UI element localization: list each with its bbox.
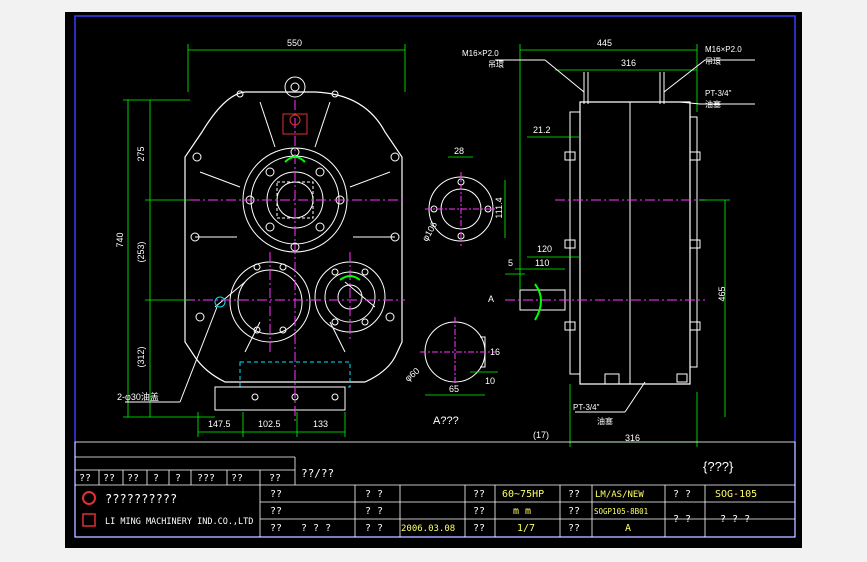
tb-r1-c6: LM/AS/NEW — [595, 490, 644, 500]
tb-r2-c6: SOGP105-8B01 — [594, 507, 648, 516]
dim-10: 10 — [485, 376, 495, 386]
dim-253: (253) — [136, 241, 146, 262]
tb-r1-c8: SOG-105 — [715, 489, 757, 500]
rev-cell: ??? — [197, 473, 215, 484]
rev-cell: ?? — [79, 473, 91, 484]
bolt-right-note: 吊環 — [705, 57, 721, 66]
company-name-en: LI MING MACHINERY IND.CO.,LTD — [105, 517, 253, 527]
label-a: A — [488, 294, 494, 304]
flange-detail — [425, 156, 506, 246]
side-view — [505, 72, 705, 385]
company-logo-small — [82, 513, 96, 527]
bolt-left-label: M16×P2.0 — [462, 49, 499, 58]
plug-top-label: PT-3/4" — [705, 89, 732, 98]
corner-note: {???} — [703, 459, 734, 474]
plug-bottom-label: PT-3/4" — [573, 403, 600, 412]
dim-21-2: 21.2 — [533, 125, 551, 135]
tb-r3-c8: A — [625, 523, 631, 534]
tb-r2-c3: ?? — [473, 506, 485, 517]
dim-147-5: 147.5 — [208, 419, 231, 429]
tb-r2-c2: ? ? — [365, 506, 383, 517]
tb-r1-c5: ?? — [568, 489, 580, 500]
drawing-border — [74, 15, 796, 538]
rev-cell: ? — [153, 473, 159, 484]
tb-r3-c1: ?? — [270, 523, 282, 534]
bolt-right-label: M16×P2.0 — [705, 45, 742, 54]
dim-102-5: 102.5 — [258, 419, 281, 429]
dim-111-4: 111.4 — [494, 197, 504, 218]
dim-overall-width: 550 — [287, 38, 302, 48]
tb-r3-c2: ? ? ? — [301, 523, 331, 534]
dim-28: 28 — [454, 146, 464, 156]
tb-r2-c1: ?? — [270, 506, 282, 517]
tb-r3-c4: 2006.03.08 — [401, 524, 455, 534]
dim-106: φ106 — [420, 220, 439, 243]
company-logo — [82, 491, 96, 505]
tb-r3-c5: ?? — [473, 523, 485, 534]
dim-5: 5 — [508, 258, 513, 268]
cad-viewport: 550 275 740 (253) (312) 2-φ30油盖 147.5 10… — [0, 0, 867, 562]
dim-740: 740 — [115, 232, 125, 247]
dim-312: (312) — [136, 346, 146, 367]
dim-60: φ60 — [403, 366, 422, 384]
rev-cell: ? — [175, 473, 181, 484]
tb-r1-c4: 60~75HP — [502, 489, 544, 500]
dim-465: 465 — [717, 286, 727, 301]
tb-r3-c7: ?? — [568, 523, 580, 534]
company-name-cn: ?????????? — [105, 492, 177, 506]
rev-cell: ?? — [103, 473, 115, 484]
dim-316-bottom: 316 — [625, 433, 640, 443]
front-view — [184, 76, 405, 422]
dim-110: 110 — [535, 258, 549, 268]
dim-316-top: 316 — [621, 58, 636, 68]
plug-top-note: 油塞 — [705, 99, 721, 109]
dim-17: (17) — [533, 430, 549, 440]
front-dimensions — [123, 44, 406, 437]
dim-16: 16 — [490, 347, 500, 357]
tb-r3-c3: ? ? — [365, 523, 383, 534]
dim-275: 275 — [136, 146, 146, 161]
rev-cell: ?? — [269, 473, 281, 484]
side-leaders — [495, 59, 755, 413]
tb-r2-c8: ? ? ? — [720, 514, 750, 525]
view-a-label: A??? — [433, 415, 459, 427]
tb-r2-c5: ?? — [568, 506, 580, 517]
tb-r2-c7: ? ? — [673, 514, 691, 525]
dim-445: 445 — [597, 38, 612, 48]
holes-note: 2-φ30油盖 — [117, 391, 159, 402]
rev-cell: ?? — [127, 473, 139, 484]
drawing-canvas[interactable]: 550 275 740 (253) (312) 2-φ30油盖 147.5 10… — [65, 12, 802, 548]
tb-r2-c4: m m — [513, 506, 531, 517]
tb-r1-c7: ? ? — [673, 489, 691, 500]
tb-r1-c3: ?? — [473, 489, 485, 500]
plug-bottom-note: 油塞 — [597, 416, 613, 426]
bolt-left-note: 吊環 — [488, 60, 504, 69]
dim-133: 133 — [313, 419, 328, 429]
dim-65: 65 — [449, 384, 459, 394]
rev-cell: ?? — [231, 473, 243, 484]
tb-r1-c1: ?? — [270, 489, 282, 500]
tb-r1-c2: ? ? — [365, 489, 383, 500]
dim-120: 120 — [537, 244, 552, 254]
tb-r3-c6: 1/7 — [517, 523, 535, 534]
part-label: ??/?? — [301, 467, 334, 480]
